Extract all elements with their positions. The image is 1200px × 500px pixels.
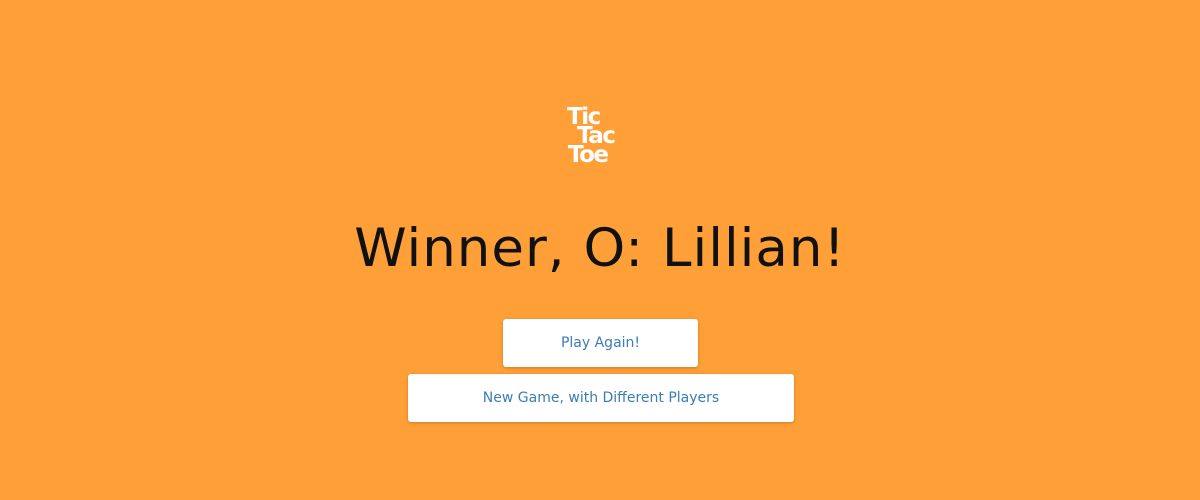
game-over-screen: Tic Tac Toe Winner, O: Lillian! Play Aga… [0,0,1200,500]
tic-tac-toe-logo: Tic Tac Toe [567,106,633,168]
play-again-label: Play Again! [560,335,641,351]
winner-heading: Winner, O: Lillian! [354,218,846,279]
logo-line-toe: Toe [568,142,609,168]
new-game-button[interactable]: New Game, with Different Players [408,374,794,422]
new-game-label: New Game, with Different Players [482,390,720,406]
play-again-button[interactable]: Play Again! [503,319,698,367]
